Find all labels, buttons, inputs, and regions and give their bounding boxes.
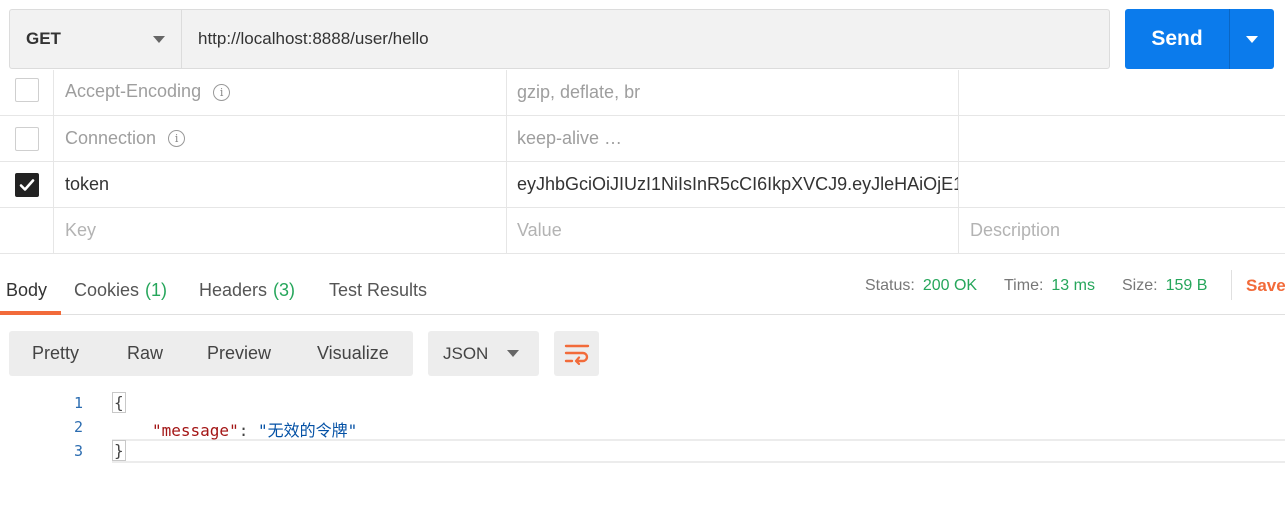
response-time: Time: 13 ms bbox=[1004, 265, 1095, 307]
size-label: Size: bbox=[1122, 277, 1158, 294]
view-preview-button[interactable]: Preview bbox=[207, 331, 271, 376]
checkmark-icon bbox=[19, 178, 34, 191]
header-enable-checkbox[interactable] bbox=[14, 77, 39, 102]
value-placeholder: Value bbox=[517, 220, 562, 240]
close-brace: } bbox=[112, 440, 126, 461]
language-select[interactable]: JSON bbox=[428, 331, 539, 376]
tab-headers-label: Headers bbox=[199, 279, 268, 300]
time-value: 13 ms bbox=[1051, 277, 1095, 294]
send-button[interactable]: Send bbox=[1125, 9, 1229, 69]
header-key: Connection bbox=[65, 128, 157, 148]
response-tabs: Body Cookies (1) Headers (3) Test Result… bbox=[0, 265, 1285, 315]
body-view-mode-group: Pretty Raw Preview Visualize bbox=[9, 331, 413, 376]
line-number: 3 bbox=[73, 442, 83, 460]
header-key-cell[interactable]: Connection i bbox=[55, 116, 507, 161]
header-row: Connection i keep-alive … bbox=[0, 116, 1285, 162]
headers-count: (3) bbox=[273, 279, 296, 300]
header-key: token bbox=[65, 174, 110, 194]
method-label: GET bbox=[26, 29, 61, 48]
language-label: JSON bbox=[443, 343, 489, 363]
header-row-checkbox-cell bbox=[0, 116, 54, 161]
wrap-lines-icon bbox=[564, 344, 589, 365]
tab-test-results-label: Test Results bbox=[329, 279, 428, 300]
header-key-cell[interactable]: token bbox=[55, 162, 507, 207]
url-input[interactable]: http://localhost:8888/user/hello bbox=[182, 10, 1109, 68]
code-line: 2 "message": "无效的令牌" bbox=[0, 416, 1285, 440]
code-line: 3 } bbox=[0, 440, 1285, 464]
tab-body[interactable]: Body bbox=[6, 265, 47, 315]
header-value: eyJhbGciOiJIUzI1NiIsInR5cCI6IkpXVCJ9.eyJ… bbox=[517, 174, 959, 194]
tab-test-results[interactable]: Test Results bbox=[329, 265, 427, 315]
method-select[interactable]: GET bbox=[10, 10, 182, 68]
divider bbox=[1231, 270, 1232, 300]
header-enable-checkbox[interactable] bbox=[14, 126, 39, 151]
header-key-input[interactable]: Key bbox=[55, 208, 507, 253]
header-description-cell[interactable] bbox=[959, 116, 1285, 161]
tab-cookies[interactable]: Cookies (1) bbox=[74, 265, 167, 315]
chevron-down-icon bbox=[153, 35, 165, 43]
description-placeholder: Description bbox=[970, 220, 1061, 240]
tab-headers[interactable]: Headers (3) bbox=[199, 265, 295, 315]
status-label: Status: bbox=[865, 277, 915, 294]
json-key: "message" bbox=[152, 421, 239, 440]
send-options-button[interactable] bbox=[1229, 9, 1274, 69]
info-icon[interactable]: i bbox=[213, 84, 231, 101]
header-row: Accept-Encoding i gzip, deflate, br bbox=[0, 70, 1285, 116]
active-tab-indicator bbox=[0, 311, 61, 315]
open-brace: { bbox=[112, 392, 126, 413]
chevron-down-icon bbox=[1246, 35, 1258, 43]
send-button-group: Send bbox=[1125, 9, 1274, 69]
header-value-input[interactable]: Value bbox=[507, 208, 959, 253]
info-icon[interactable]: i bbox=[168, 130, 186, 147]
line-number: 1 bbox=[73, 394, 83, 412]
header-value: keep-alive … bbox=[517, 128, 623, 148]
request-bar: GET http://localhost:8888/user/hello bbox=[9, 9, 1110, 69]
save-response-button[interactable]: Save bbox=[1246, 265, 1285, 307]
key-placeholder: Key bbox=[65, 220, 97, 240]
response-size: Size: 159 B bbox=[1122, 265, 1207, 307]
size-value: 159 B bbox=[1165, 277, 1208, 294]
json-value: "无效的令牌" bbox=[257, 421, 358, 440]
tab-cookies-label: Cookies bbox=[74, 279, 140, 300]
header-row: token eyJhbGciOiJIUzI1NiIsInR5cCI6IkpXVC… bbox=[0, 162, 1285, 208]
header-new-row: Key Value Description bbox=[0, 208, 1285, 254]
view-pretty-button[interactable]: Pretty bbox=[32, 331, 79, 376]
cookies-count: (1) bbox=[145, 279, 168, 300]
url-text: http://localhost:8888/user/hello bbox=[198, 29, 429, 48]
header-key-cell[interactable]: Accept-Encoding i bbox=[55, 70, 507, 115]
tab-body-label: Body bbox=[6, 279, 48, 300]
view-raw-button[interactable]: Raw bbox=[127, 331, 163, 376]
header-value-cell[interactable]: gzip, deflate, br bbox=[507, 70, 959, 115]
json-separator: : bbox=[238, 421, 258, 440]
status-value: 200 OK bbox=[922, 277, 978, 294]
wrap-lines-button[interactable] bbox=[554, 331, 599, 376]
header-enable-checkbox[interactable] bbox=[14, 172, 39, 197]
header-row-checkbox-cell bbox=[0, 162, 54, 207]
response-status: Status: 200 OK bbox=[865, 265, 977, 307]
code-line: 1 { bbox=[0, 392, 1285, 416]
header-row-checkbox-cell bbox=[0, 208, 54, 253]
line-number: 2 bbox=[73, 418, 83, 436]
header-description-cell[interactable] bbox=[959, 70, 1285, 115]
header-description-cell[interactable] bbox=[959, 162, 1285, 207]
header-value: gzip, deflate, br bbox=[517, 82, 641, 102]
header-value-cell[interactable]: keep-alive … bbox=[507, 116, 959, 161]
view-visualize-button[interactable]: Visualize bbox=[317, 331, 389, 376]
header-value-cell[interactable]: eyJhbGciOiJIUzI1NiIsInR5cCI6IkpXVCJ9.eyJ… bbox=[507, 162, 959, 207]
header-key: Accept-Encoding bbox=[65, 81, 202, 101]
header-row-checkbox-cell bbox=[0, 70, 54, 115]
chevron-down-icon bbox=[507, 350, 519, 357]
header-description-input[interactable]: Description bbox=[959, 208, 1285, 253]
time-label: Time: bbox=[1004, 277, 1044, 294]
